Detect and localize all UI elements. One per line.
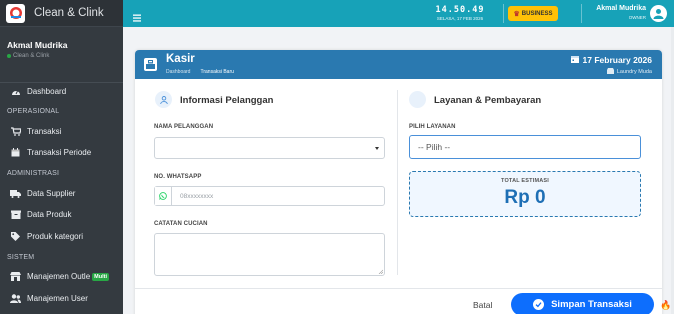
service-section-icon: [409, 91, 426, 108]
whatsapp-input[interactable]: 08xxxxxxxx: [172, 187, 384, 205]
user-panel-status: Clean & Clink: [7, 53, 116, 59]
tag-icon: [10, 231, 21, 242]
menu-header-operasional: OPERASIONAL: [7, 108, 60, 115]
menu-header-administrasi: ADMINISTRASI: [7, 170, 60, 177]
cash-register-icon: [144, 58, 157, 71]
business-plan-button[interactable]: ♛ BUSINESS: [508, 6, 558, 21]
hamburger-menu-icon[interactable]: [133, 9, 141, 22]
whatsapp-input-group[interactable]: 08xxxxxxxx: [154, 186, 385, 206]
cart-icon: [10, 126, 21, 137]
brand[interactable]: Clean & Clink: [0, 0, 123, 27]
whatsapp-label: NO. WHATSAPP: [154, 174, 202, 180]
footer-divider: [135, 288, 662, 289]
menu-header-sistem: SISTEM: [7, 254, 35, 261]
customer-section-title: Informasi Pelanggan: [180, 95, 274, 106]
sidebar-item-manajemen-user[interactable]: Manajemen User: [0, 288, 123, 309]
user-avatar-icon: [653, 9, 664, 19]
store-icon: [606, 68, 614, 76]
flame-icon: 🔥: [660, 300, 672, 310]
caret-down-icon: [375, 147, 379, 150]
clock-date: SELASA, 17 FEB 2026: [436, 16, 484, 21]
truck-icon: [10, 188, 21, 199]
box-icon: [10, 209, 21, 220]
cancel-button[interactable]: Batal: [473, 300, 492, 310]
sidebar-item-label: Data Produk: [27, 210, 72, 219]
save-transaction-button[interactable]: Simpan Transaksi: [511, 293, 654, 314]
breadcrumb: Dashboard Transaksi Baru: [166, 69, 234, 75]
topbar: 14.50.49 SELASA, 17 FEB 2026 ♛ BUSINESS …: [123, 0, 674, 27]
brand-name: Clean & Clink: [34, 7, 104, 19]
calendar-icon: [10, 147, 21, 158]
check-circle-icon: [533, 299, 545, 310]
sidebar-item-label: Manajemen Outle: [27, 272, 91, 281]
sidebar-item-label: Produk kategori: [27, 232, 84, 241]
column-divider: [397, 90, 398, 275]
clock-time: 14.50.49: [435, 5, 485, 15]
breadcrumb-current: Transaksi Baru: [200, 69, 234, 75]
business-plan-label: BUSINESS: [521, 10, 553, 17]
notes-label: CATATAN CUCIAN: [154, 221, 208, 227]
header-date-text: 17 February 2026: [582, 55, 652, 65]
sidebar: Clean & Clink Akmal Mudrika Clean & Clin…: [0, 0, 123, 314]
customer-name-label: NAMA PELANGGAN: [154, 124, 214, 130]
whatsapp-icon: [155, 187, 172, 205]
card-header: Kasir Dashboard Transaksi Baru 17 Februa…: [135, 50, 662, 79]
sidebar-item-label: Data Supplier: [27, 189, 76, 198]
calendar-icon: [570, 55, 579, 65]
sidebar-item-label: Transaksi Periode: [27, 148, 92, 157]
topbar-divider: [581, 4, 582, 23]
user-panel: Akmal Mudrika Clean & Clink: [0, 27, 123, 83]
sidebar-item-label: Transaksi: [27, 127, 62, 136]
page-title: Kasir: [166, 53, 195, 65]
header-shop-name: Laundry Muda: [616, 69, 652, 75]
header-shop: Laundry Muda: [606, 68, 652, 76]
sidebar-item-produk-kategori[interactable]: Produk kategori: [0, 226, 123, 247]
notes-textarea[interactable]: [154, 233, 385, 276]
brand-logo-icon: [6, 3, 25, 23]
users-icon: [10, 293, 21, 304]
total-estimasi-value: Rp 0: [504, 187, 546, 208]
user-panel-name: Akmal Mudrika: [7, 40, 68, 50]
sidebar-item-label: Manajemen User: [27, 294, 88, 303]
sidebar-item-transaksi[interactable]: Transaksi: [0, 121, 123, 142]
multi-badge: Multi: [92, 272, 109, 281]
sidebar-item-transaksi-periode[interactable]: Transaksi Periode: [0, 142, 123, 163]
sidebar-item-dashboard[interactable]: Dashboard: [0, 81, 123, 102]
total-estimasi-box: TOTAL ESTIMASI Rp 0: [409, 171, 641, 217]
sidebar-item-manajemen-outlet[interactable]: Manajemen Outle Multi: [0, 266, 123, 287]
online-dot-icon: [7, 54, 11, 58]
topbar-user[interactable]: Akmal Mudrika OWNER: [584, 5, 646, 20]
topbar-user-role: OWNER: [628, 15, 646, 20]
user-circle-icon: [155, 91, 172, 108]
crown-icon: ♛: [513, 10, 520, 18]
store-icon: [10, 271, 21, 282]
customer-name-select[interactable]: [154, 137, 385, 159]
sidebar-item-label: Dashboard: [27, 87, 67, 96]
user-panel-outlet: Clean & Clink: [13, 53, 50, 59]
clock: 14.50.49 SELASA, 17 FEB 2026: [422, 5, 498, 21]
sidebar-item-data-supplier[interactable]: Data Supplier: [0, 183, 123, 204]
header-date: 17 February 2026: [570, 55, 652, 65]
topbar-user-name: Akmal Mudrika: [596, 5, 646, 12]
resize-handle-icon[interactable]: [378, 269, 383, 274]
save-transaction-label: Simpan Transaksi: [551, 299, 632, 310]
total-estimasi-label: TOTAL ESTIMASI: [500, 178, 550, 184]
dashboard-gauge-icon: [10, 86, 21, 97]
pilih-layanan-select[interactable]: -- Pilih --: [409, 135, 641, 159]
topbar-divider: [503, 4, 504, 23]
avatar[interactable]: [650, 5, 667, 22]
sidebar-item-data-produk[interactable]: Data Produk: [0, 204, 123, 225]
breadcrumb-dashboard[interactable]: Dashboard: [166, 69, 190, 75]
kasir-card: Kasir Dashboard Transaksi Baru 17 Februa…: [135, 50, 662, 314]
service-section-title: Layanan & Pembayaran: [434, 95, 542, 106]
pilih-layanan-label: PILIH LAYANAN: [409, 124, 456, 130]
